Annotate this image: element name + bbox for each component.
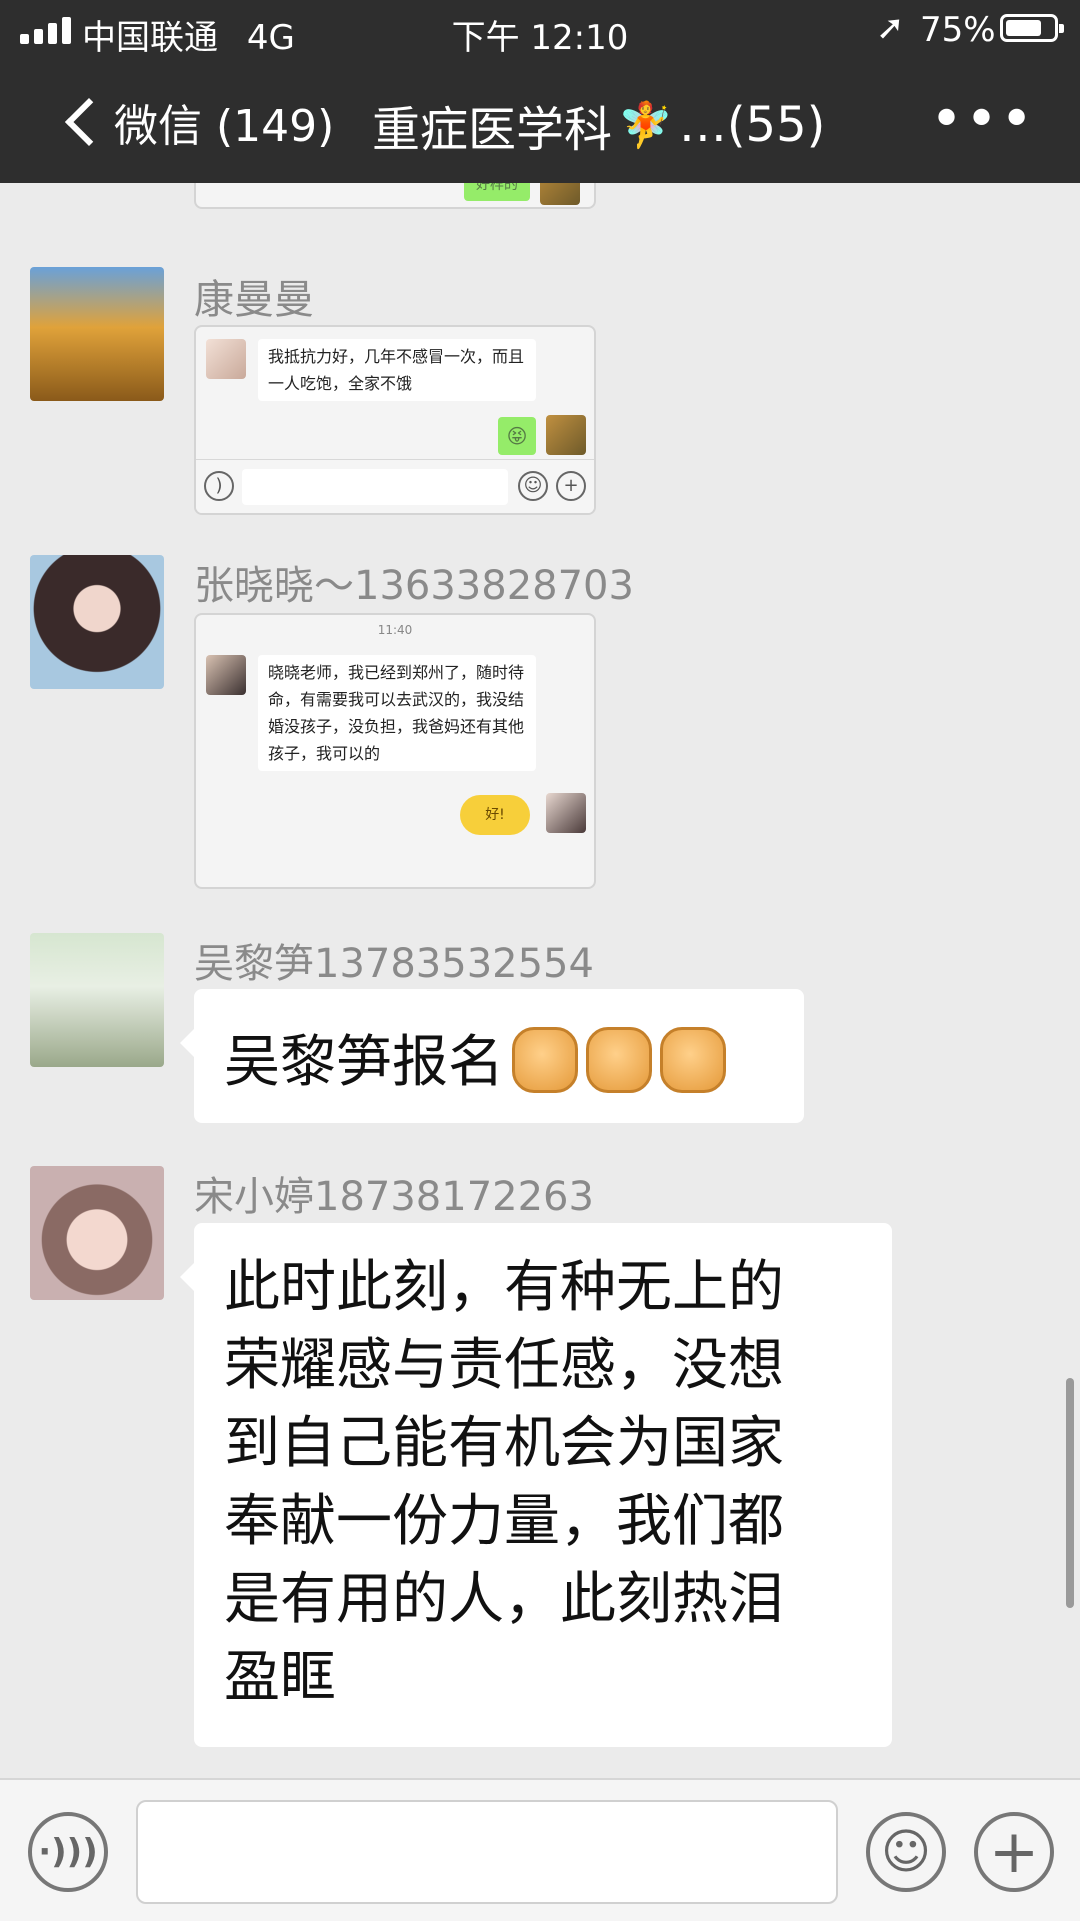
message-line: 此时此刻，有种无上的 bbox=[224, 1255, 784, 1320]
avatar[interactable] bbox=[30, 1166, 164, 1300]
fairy-emoji-icon: 🧚 bbox=[618, 100, 673, 151]
message-line: 到自己能有机会为国家 bbox=[224, 1411, 784, 1476]
message-line: 盈眶 bbox=[224, 1645, 336, 1710]
voice-icon: ·))) bbox=[38, 1832, 98, 1872]
message-text: 吴黎笋报名 bbox=[224, 1030, 504, 1095]
status-time: 下午 12:10 bbox=[451, 18, 629, 58]
mini-plus-icon: + bbox=[556, 471, 586, 501]
back-button[interactable]: 微信 (149) bbox=[64, 90, 335, 154]
plus-icon: + bbox=[988, 1817, 1040, 1887]
text-message[interactable]: 吴黎笋报名 bbox=[180, 989, 804, 1123]
status-bar: 中国联通 4G 下午 12:10 ➚ 75% bbox=[0, 0, 1080, 60]
mini-avatar bbox=[546, 793, 586, 833]
text-message[interactable]: 此时此刻，有种无上的 荣耀感与责任感，没想 到自己能有机会为国家 奉献一份力量，… bbox=[180, 1223, 892, 1747]
fist-emoji-icon bbox=[512, 1026, 578, 1093]
avatar[interactable] bbox=[30, 933, 164, 1067]
mini-reply-bubble: 好样的 bbox=[464, 183, 530, 201]
mini-avatar bbox=[206, 655, 246, 695]
message-line: 奉献一份力量，我们都 bbox=[224, 1489, 784, 1554]
mini-voice-icon: ) bbox=[204, 471, 234, 501]
nav-bar: 微信 (149) 重症医学科 🧚 …(55) ••• bbox=[0, 60, 1080, 183]
back-label: 微信 (149) bbox=[114, 101, 335, 152]
scrollbar[interactable] bbox=[1066, 1378, 1074, 1608]
mini-avatar bbox=[206, 339, 246, 379]
image-message[interactable]: 我抵抗力好，几年不感冒一次，而且一人吃饱，全家不饿 😝 ) ☺ + bbox=[194, 325, 596, 515]
image-message[interactable]: 好样的 bbox=[194, 183, 596, 209]
mini-text-bubble: 晓晓老师，我已经到郑州了，随时待命，有需要我可以去武汉的，我没结婚没孩子，没负担… bbox=[258, 655, 536, 771]
fist-emoji-icon bbox=[586, 1026, 652, 1093]
mini-input-bar: ) ☺ + bbox=[196, 459, 594, 513]
location-arrow-icon: ➚ bbox=[876, 8, 905, 48]
top-bar: 中国联通 4G 下午 12:10 ➚ 75% 微信 (149) 重症医学科 🧚 … bbox=[0, 0, 1080, 183]
fist-emoji-icon bbox=[660, 1026, 726, 1093]
avatar[interactable] bbox=[30, 555, 164, 689]
sender-name: 吴黎笋13783532554 bbox=[194, 941, 594, 987]
chevron-left-icon bbox=[64, 97, 114, 147]
chat-title: 重症医学科 🧚 …(55) bbox=[372, 90, 825, 160]
message-input[interactable] bbox=[136, 1800, 838, 1904]
mini-avatar bbox=[546, 415, 586, 455]
sender-name: 康曼曼 bbox=[194, 277, 314, 323]
chat-title-suffix: …(55) bbox=[678, 97, 826, 153]
mini-emoji-icon: ☺ bbox=[518, 471, 548, 501]
mini-avatar bbox=[540, 183, 580, 205]
mini-reply-bubble: 😝 bbox=[498, 417, 536, 455]
mini-timestamp: 11:40 bbox=[377, 623, 413, 637]
mini-sticker: 好! bbox=[460, 795, 530, 835]
more-options-button[interactable]: ••• bbox=[930, 92, 1035, 148]
chat-title-text: 重症医学科 bbox=[372, 102, 613, 158]
emoji-button[interactable]: ☺ bbox=[866, 1812, 946, 1892]
battery-fill bbox=[1006, 20, 1041, 36]
voice-button[interactable]: ·))) bbox=[28, 1812, 108, 1892]
sender-name: 张晓晓～13633828703 bbox=[194, 563, 634, 609]
input-bar: ·))) ☺ + bbox=[0, 1778, 1080, 1921]
sender-name: 宋小婷18738172263 bbox=[194, 1174, 594, 1220]
message-line: 荣耀感与责任感，没想 bbox=[224, 1333, 784, 1398]
chat-messages[interactable]: 好样的 康曼曼 我抵抗力好，几年不感冒一次，而且一人吃饱，全家不饿 😝 ) ☺ … bbox=[0, 183, 1080, 1778]
emoji-icon: ☺ bbox=[880, 1824, 932, 1880]
battery-icon bbox=[1000, 14, 1064, 42]
battery-percent: 75% bbox=[920, 10, 996, 50]
image-message[interactable]: 11:40 晓晓老师，我已经到郑州了，随时待命，有需要我可以去武汉的，我没结婚没… bbox=[194, 613, 596, 889]
avatar[interactable] bbox=[30, 267, 164, 401]
message-line: 是有用的人，此刻热泪 bbox=[224, 1567, 784, 1632]
plus-button[interactable]: + bbox=[974, 1812, 1054, 1892]
mini-text-bubble: 我抵抗力好，几年不感冒一次，而且一人吃饱，全家不饿 bbox=[258, 339, 536, 401]
